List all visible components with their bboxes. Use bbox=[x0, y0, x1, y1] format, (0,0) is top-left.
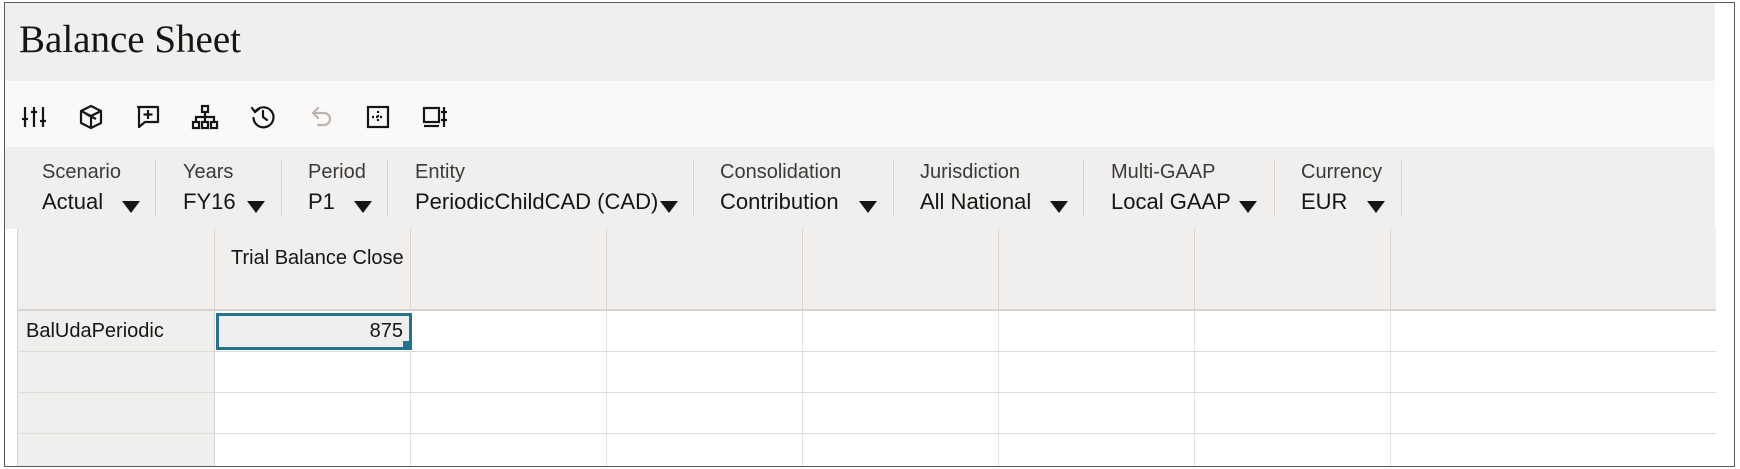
pov-label: Currency bbox=[1301, 161, 1383, 183]
row-header[interactable]: BalUdaPeriodic bbox=[18, 311, 215, 351]
data-cell[interactable] bbox=[215, 393, 411, 433]
row-header[interactable] bbox=[18, 434, 215, 466]
pov-entity[interactable]: Entity PeriodicChildCAD (CAD) bbox=[415, 147, 690, 229]
pov-bar: Scenario Actual Years FY16 Period P1 Ent… bbox=[5, 147, 1715, 229]
page-title: Balance Sheet bbox=[19, 18, 241, 61]
balance-sheet-window: Balance Sheet Scenario Actual Years FY16… bbox=[4, 2, 1735, 467]
data-cell[interactable] bbox=[607, 434, 803, 466]
pov-label: Entity bbox=[415, 161, 466, 183]
divider bbox=[281, 159, 282, 217]
data-grid: Trial Balance Close BalUdaPeriodic 875 bbox=[17, 229, 1716, 466]
pov-label: Consolidation bbox=[720, 161, 842, 183]
fill-handle[interactable] bbox=[403, 341, 412, 350]
pov-value: FY16 bbox=[183, 189, 236, 214]
column-header[interactable]: Trial Balance Close bbox=[215, 229, 411, 311]
pov-value: P1 bbox=[308, 189, 335, 214]
undo-icon[interactable] bbox=[305, 102, 335, 132]
divider bbox=[1083, 159, 1084, 217]
pov-value: Local GAAP bbox=[1111, 189, 1231, 214]
dropdown-arrow-icon[interactable] bbox=[1050, 201, 1068, 213]
data-cell[interactable] bbox=[803, 434, 999, 466]
dropdown-arrow-icon[interactable] bbox=[122, 201, 140, 213]
pov-jurisdiction[interactable]: Jurisdiction All National bbox=[920, 147, 1080, 229]
dropdown-arrow-icon[interactable] bbox=[859, 201, 877, 213]
dropdown-arrow-icon[interactable] bbox=[660, 201, 678, 213]
dropdown-arrow-icon[interactable] bbox=[247, 201, 265, 213]
title-bar: Balance Sheet bbox=[5, 3, 1715, 81]
column-options-icon[interactable] bbox=[420, 102, 450, 132]
data-cell[interactable] bbox=[411, 393, 607, 433]
data-cell[interactable] bbox=[1195, 434, 1391, 466]
pov-consolidation[interactable]: Consolidation Contribution bbox=[720, 147, 890, 229]
pov-currency[interactable]: Currency EUR bbox=[1301, 147, 1401, 229]
row-header-label: BalUdaPeriodic bbox=[26, 320, 164, 342]
divider bbox=[1401, 159, 1402, 217]
data-cell[interactable] bbox=[607, 393, 803, 433]
column-header[interactable] bbox=[411, 229, 607, 311]
cell-value: 875 bbox=[369, 320, 403, 342]
divider bbox=[1274, 159, 1275, 217]
data-cell[interactable] bbox=[999, 393, 1195, 433]
dropdown-arrow-icon[interactable] bbox=[1367, 201, 1385, 213]
column-header[interactable] bbox=[999, 229, 1195, 311]
data-cell[interactable] bbox=[607, 352, 803, 392]
pov-label: Scenario bbox=[42, 161, 121, 183]
pov-period[interactable]: Period P1 bbox=[308, 147, 388, 229]
column-header-label: Trial Balance Close bbox=[231, 247, 404, 269]
column-header[interactable] bbox=[607, 229, 803, 311]
divider bbox=[387, 159, 388, 217]
data-cell[interactable] bbox=[1195, 352, 1391, 392]
data-cell[interactable] bbox=[999, 434, 1195, 466]
pov-multi-gaap[interactable]: Multi-GAAP Local GAAP bbox=[1111, 147, 1271, 229]
pov-label: Jurisdiction bbox=[920, 161, 1021, 183]
selected-data-cell[interactable]: 875 bbox=[216, 313, 412, 350]
row-header[interactable] bbox=[18, 393, 215, 433]
table-row: BalUdaPeriodic 875 bbox=[18, 311, 1716, 352]
adjust-icon[interactable] bbox=[19, 102, 49, 132]
pov-value: All National bbox=[920, 189, 1032, 214]
dropdown-arrow-icon[interactable] bbox=[1239, 201, 1257, 213]
pov-label: Multi-GAAP bbox=[1111, 161, 1216, 183]
data-cell[interactable] bbox=[411, 352, 607, 392]
table-row bbox=[18, 352, 1716, 393]
pov-label: Period bbox=[308, 161, 366, 183]
data-cell[interactable] bbox=[215, 434, 411, 466]
divider bbox=[893, 159, 894, 217]
hierarchy-icon[interactable] bbox=[190, 102, 220, 132]
row-header[interactable] bbox=[18, 352, 215, 392]
data-cell[interactable] bbox=[803, 352, 999, 392]
add-comment-icon[interactable] bbox=[133, 102, 163, 132]
history-icon[interactable] bbox=[248, 102, 278, 132]
divider bbox=[693, 159, 694, 217]
pov-value: PeriodicChildCAD (CAD) bbox=[415, 189, 659, 214]
data-cell[interactable] bbox=[803, 311, 999, 351]
cube-icon[interactable] bbox=[76, 102, 106, 132]
data-cell[interactable] bbox=[999, 311, 1195, 351]
pov-value: Actual bbox=[42, 189, 104, 214]
dropdown-arrow-icon[interactable] bbox=[354, 201, 372, 213]
grid-icon[interactable] bbox=[363, 102, 393, 132]
column-header[interactable] bbox=[803, 229, 999, 311]
column-header-filler bbox=[1391, 229, 1716, 311]
data-cell[interactable] bbox=[1195, 393, 1391, 433]
pov-value: Contribution bbox=[720, 189, 839, 214]
data-cell[interactable] bbox=[999, 352, 1195, 392]
data-cell[interactable] bbox=[803, 393, 999, 433]
data-cell[interactable] bbox=[411, 311, 607, 351]
data-cell[interactable] bbox=[1195, 311, 1391, 351]
pov-label: Years bbox=[183, 161, 234, 183]
divider bbox=[155, 159, 156, 217]
table-row bbox=[18, 393, 1716, 434]
column-header[interactable] bbox=[1195, 229, 1391, 311]
pov-scenario[interactable]: Scenario Actual bbox=[42, 147, 152, 229]
table-row bbox=[18, 434, 1716, 466]
data-cell[interactable] bbox=[215, 352, 411, 392]
data-cell[interactable] bbox=[607, 311, 803, 351]
data-cell[interactable] bbox=[411, 434, 607, 466]
pov-value: EUR bbox=[1301, 189, 1348, 214]
pov-years[interactable]: Years FY16 bbox=[183, 147, 273, 229]
corner-cell bbox=[18, 229, 215, 311]
